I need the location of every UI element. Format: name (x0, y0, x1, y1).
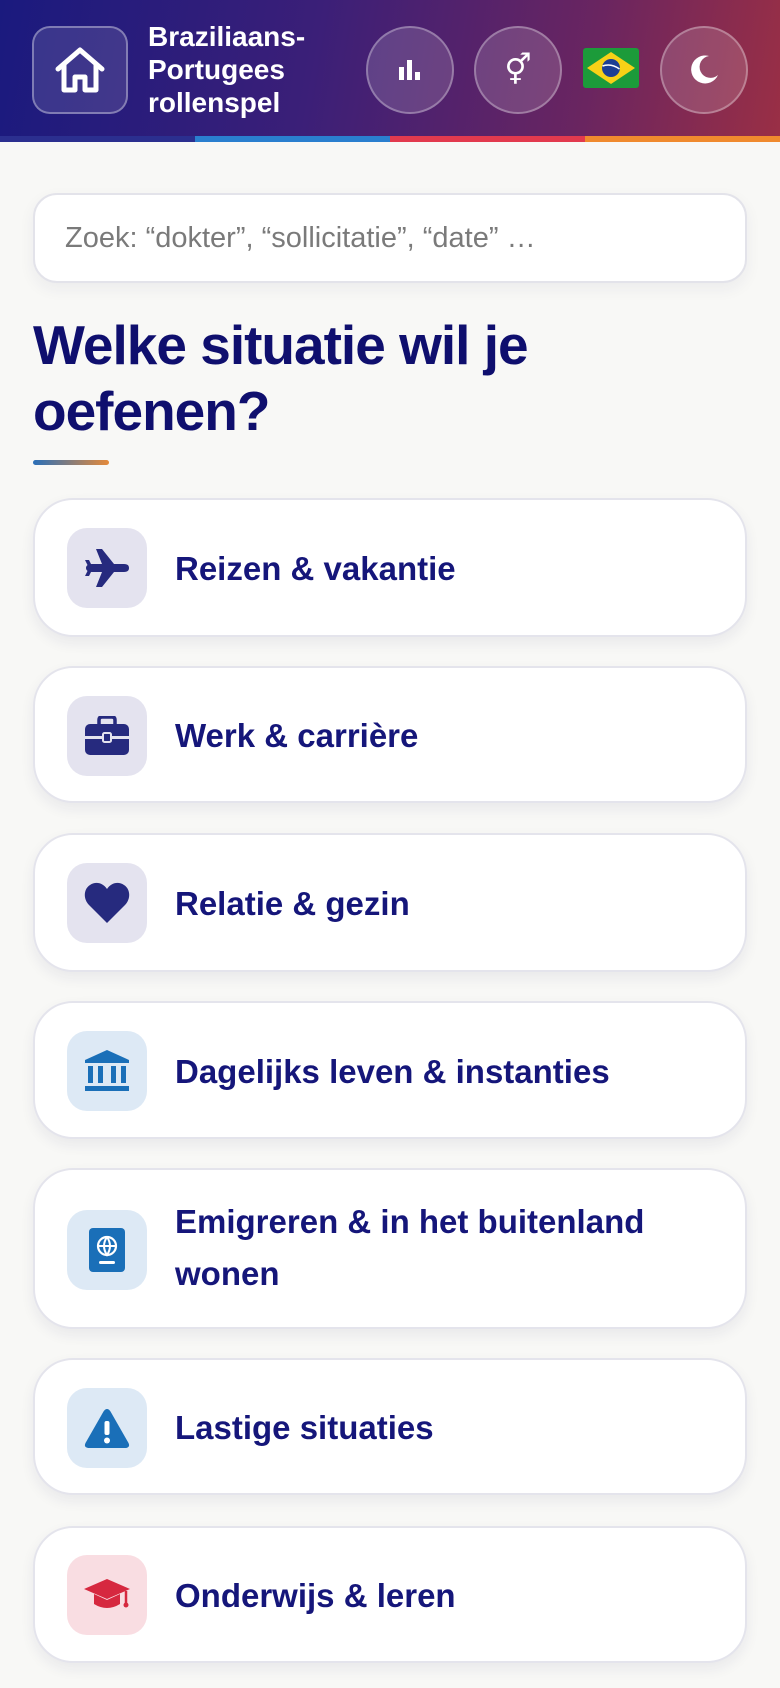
title-underline (33, 460, 109, 465)
airplane-icon (85, 549, 129, 587)
gender-icon: ⚥ (504, 53, 532, 87)
category-card-difficult-situations[interactable]: Lastige situaties (33, 1358, 747, 1495)
category-label: Lastige situaties (175, 1409, 434, 1446)
category-label: Onderwijs & leren (175, 1577, 456, 1614)
category-label: Relatie & gezin (175, 885, 410, 922)
category-card-emigration[interactable]: Emigreren & in het buitenland wonen (33, 1168, 747, 1329)
brazil-flag-icon[interactable] (583, 48, 639, 88)
category-label: Dagelijks leven & instanties (175, 1053, 610, 1090)
search-input[interactable] (33, 193, 747, 283)
category-label: Werk & carrière (175, 717, 419, 754)
warning-icon (84, 1409, 130, 1448)
gender-button[interactable]: ⚥ (474, 26, 562, 114)
app-title-line: Portugees (148, 54, 285, 85)
category-card-work[interactable]: Werk & carrière (33, 666, 747, 803)
page-title: Welke situatie wil je oefenen? (33, 314, 529, 442)
app-title: Braziliaans- Portugees rollenspel (148, 20, 348, 119)
briefcase-icon (85, 716, 129, 755)
institution-icon (85, 1050, 129, 1091)
header-stripe (195, 136, 390, 142)
category-label: Reizen & vakantie (175, 550, 456, 587)
category-card-relationship[interactable]: Relatie & gezin (33, 833, 747, 972)
home-icon (55, 47, 105, 93)
theme-toggle-button[interactable] (660, 26, 748, 114)
category-card-daily-life[interactable]: Dagelijks leven & instanties (33, 1001, 747, 1139)
stats-button[interactable] (366, 26, 454, 114)
category-card-travel[interactable]: Reizen & vakantie (33, 498, 747, 637)
passport-icon (89, 1228, 125, 1272)
moon-icon (691, 55, 718, 84)
category-card-education[interactable]: Onderwijs & leren (33, 1526, 747, 1663)
category-icon-box (67, 863, 147, 943)
category-icon-box (67, 1031, 147, 1111)
category-icon-box (67, 1210, 147, 1290)
graduation-cap-icon (84, 1579, 130, 1608)
home-button[interactable] (32, 26, 128, 114)
app-header: Braziliaans- Portugees rollenspel ⚥ (0, 0, 780, 142)
category-icon-box (67, 1555, 147, 1635)
bar-chart-icon (399, 60, 420, 80)
category-icon-box (67, 696, 147, 776)
header-stripe (585, 136, 780, 142)
category-icon-box (67, 1388, 147, 1468)
heart-icon (84, 882, 130, 923)
category-label: Emigreren & in het buitenland wonen (175, 1203, 645, 1292)
app-title-line: rollenspel (148, 87, 281, 118)
header-stripe (0, 136, 195, 142)
category-icon-box (67, 528, 147, 608)
header-stripe (390, 136, 585, 142)
app-title-line: Braziliaans- (148, 21, 306, 52)
